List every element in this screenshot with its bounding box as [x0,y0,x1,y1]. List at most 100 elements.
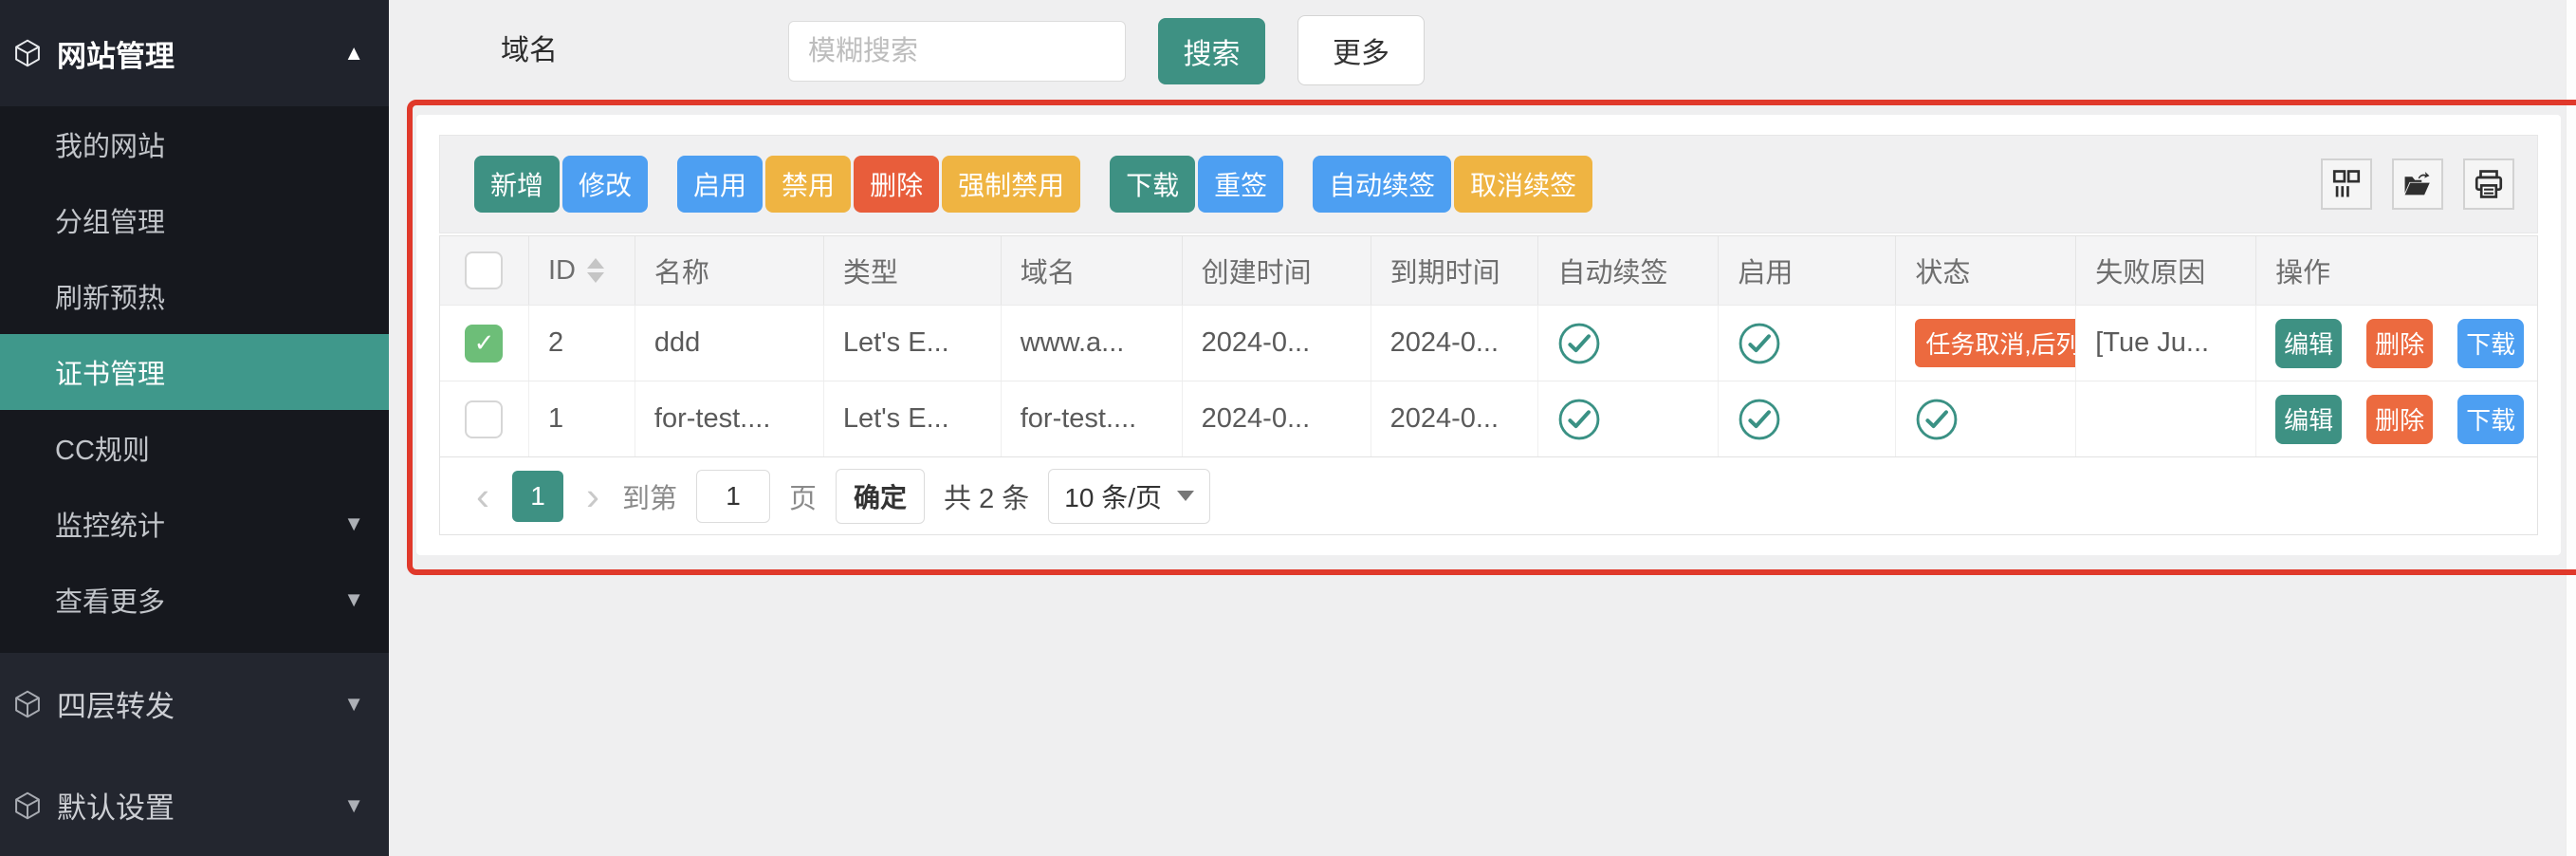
column-header-actions: 操作 [2256,236,2537,305]
column-header-domain: 域名 [1002,236,1183,305]
cell-name: ddd [635,306,824,381]
sidebar-item-cc-rules[interactable]: CC规则 [0,410,389,486]
row-edit-button[interactable]: 编辑 [2275,395,2342,444]
delete-button[interactable]: 删除 [854,156,939,213]
row-edit-button[interactable]: 编辑 [2275,319,2342,368]
search-input[interactable] [789,22,1177,81]
cell-status [1896,381,2076,456]
row-delete-button[interactable]: 删除 [2366,319,2433,368]
column-header-status: 状态 [1896,236,2076,305]
sidebar-group-label: 默认设置 [57,784,175,827]
status-badge: 任务取消,后列 [1915,319,2076,367]
row-download-button[interactable]: 下载 [2457,319,2524,368]
data-table: ID 名称 类型 域名 创建时间 到期时间 自动续签 启用 状态 失败原因 操作 [439,235,2538,457]
column-header-enabled: 启用 [1719,236,1896,305]
prev-page-button[interactable]: ‹ [472,476,493,516]
column-chooser-button[interactable] [2321,158,2372,210]
cell-id: 2 [529,306,635,381]
print-button[interactable] [2463,158,2514,210]
page-number-button[interactable]: 1 [512,471,563,522]
disable-button[interactable]: 禁用 [765,156,851,213]
grid-icon-buttons [2321,158,2514,210]
cell-enabled [1719,381,1896,456]
chevron-up-icon [343,41,364,65]
row-checkbox[interactable] [465,400,503,438]
cell-created: 2024-0... [1183,381,1371,456]
column-header-type: 类型 [824,236,1002,305]
sidebar-item-view-more[interactable]: 查看更多 [0,562,389,638]
sidebar-group-layer4-forwarding[interactable]: 四层转发 [0,653,389,754]
sidebar-item-certificate-management[interactable]: 证书管理 [0,334,389,410]
certificate-management-page: 网站管理 我的网站 分组管理 刷新预热 证书管理 CC规则 监控统计 查看更多 … [0,0,2576,856]
cell-domain: for-test.... [1002,381,1183,456]
sidebar-group-website-management[interactable]: 网站管理 [0,0,389,106]
total-count-label: 共 2 条 [944,476,1029,516]
sidebar-item-monitor-stats[interactable]: 监控统计 [0,486,389,562]
search-button[interactable]: 搜索 [1158,18,1265,84]
chevron-down-icon [343,512,364,536]
select-all-checkbox[interactable] [465,251,503,289]
cube-icon [11,790,44,822]
column-header-id[interactable]: ID [529,236,635,305]
sidebar-item-group-management[interactable]: 分组管理 [0,182,389,258]
cell-auto-renew [1538,306,1719,381]
cube-icon [11,37,44,69]
page-size-select[interactable]: 10 条/页 [1048,469,1210,524]
cell-actions: 编辑 删除 下载 [2256,381,2537,456]
cell-enabled [1719,306,1896,381]
cancel-renew-button[interactable]: 取消续签 [1454,156,1592,213]
chevron-down-icon [343,692,364,716]
cell-type: Let's E... [824,306,1002,381]
column-header-created: 创建时间 [1183,236,1371,305]
sidebar-group-label: 网站管理 [57,32,175,75]
sort-icon[interactable] [587,258,604,283]
table-header-row: ID 名称 类型 域名 创建时间 到期时间 自动续签 启用 状态 失败原因 操作 [440,236,2537,305]
modify-button[interactable]: 修改 [562,156,648,213]
resign-button[interactable]: 重签 [1198,156,1283,213]
cell-domain: www.a... [1002,306,1183,381]
force-disable-button[interactable]: 强制禁用 [942,156,1080,213]
download-button[interactable]: 下载 [1110,156,1195,213]
row-checkbox-checked[interactable] [465,325,503,363]
pagination-bar: ‹ 1 › 到第 页 确定 共 2 条 10 条/页 [439,457,2538,535]
sidebar-item-my-websites[interactable]: 我的网站 [0,106,389,182]
table-row: 2 ddd Let's E... www.a... 2024-0... 2024… [440,305,2537,381]
check-circle-icon [1557,398,1601,441]
enable-button[interactable]: 启用 [677,156,763,213]
toolbar-button-groups: 新增 修改 启用 禁用 删除 强制禁用 下载 重签 [474,156,1592,213]
chevron-down-icon [343,587,364,612]
printer-icon [2473,168,2505,200]
sidebar-bottom-groups: 四层转发 默认设置 [0,653,389,856]
sidebar-item-refresh-preheat[interactable]: 刷新预热 [0,258,389,334]
search-field: ••• [788,21,1126,82]
table-row: 1 for-test.... Let's E... for-test.... 2… [440,381,2537,456]
cube-icon [11,688,44,720]
column-header-expires: 到期时间 [1371,236,1539,305]
column-header-name: 名称 [635,236,824,305]
more-button[interactable]: 更多 [1297,15,1425,85]
cell-expires: 2024-0... [1371,381,1539,456]
add-button[interactable]: 新增 [474,156,560,213]
scrollbar[interactable] [2566,0,2576,856]
row-delete-button[interactable]: 删除 [2366,395,2433,444]
cell-fail-reason [2076,381,2256,456]
sidebar-group-default-settings[interactable]: 默认设置 [0,754,389,856]
row-download-button[interactable]: 下载 [2457,395,2524,444]
sidebar: 网站管理 我的网站 分组管理 刷新预热 证书管理 CC规则 监控统计 查看更多 … [0,0,389,856]
column-chooser-icon [2330,168,2363,200]
confirm-button[interactable]: 确定 [836,469,925,524]
chevron-down-icon [1177,491,1194,501]
cell-type: Let's E... [824,381,1002,456]
auto-renew-button[interactable]: 自动续签 [1313,156,1451,213]
goto-page-input[interactable] [696,470,770,523]
sidebar-group-label: 四层转发 [57,682,175,725]
check-circle-icon [1915,398,1959,441]
cell-name: for-test.... [635,381,824,456]
sidebar-submenu: 我的网站 分组管理 刷新预热 证书管理 CC规则 监控统计 查看更多 [0,106,389,653]
cell-expires: 2024-0... [1371,306,1539,381]
export-button[interactable] [2392,158,2443,210]
next-page-button[interactable]: › [582,476,603,516]
export-folder-icon [2401,168,2434,200]
cell-auto-renew [1538,381,1719,456]
goto-suffix-label: 页 [789,476,817,516]
